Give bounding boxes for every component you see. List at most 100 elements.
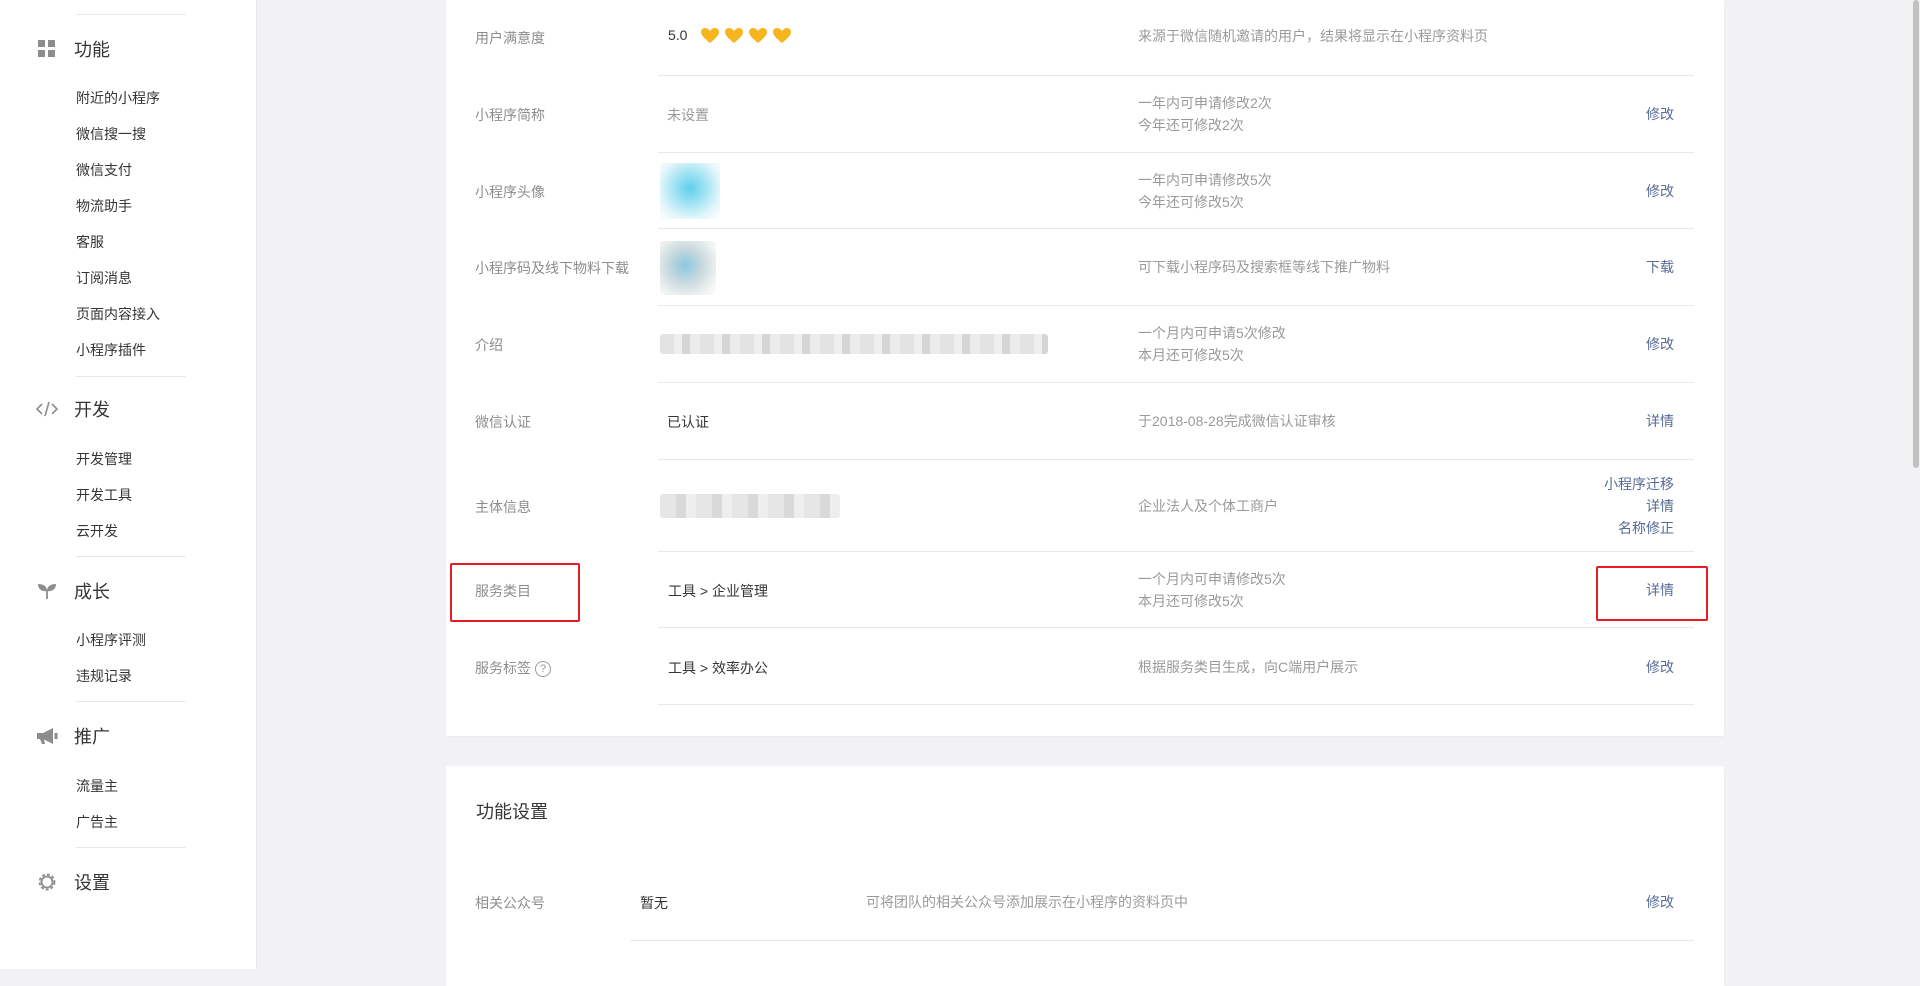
sidebar-section-title: 成长	[74, 582, 110, 602]
sidebar: 功能 附近的小程序 微信搜一搜 微信支付 物流助手 客服 订阅消息 页面内容接入…	[0, 0, 257, 969]
sidebar-section-features[interactable]: 功能	[36, 34, 110, 64]
code-icon	[36, 398, 58, 420]
edit-intro-link[interactable]: 修改	[1646, 333, 1674, 355]
info-row-qrcode: 小程序码及线下物料下载 可下载小程序码及搜索框等线下推广物料 下载	[446, 229, 1724, 306]
row-note: 一个月内可申请5次修改 本月还可修改5次	[1138, 322, 1286, 366]
sidebar-item-logistics[interactable]: 物流助手	[76, 196, 132, 216]
verification-details-link[interactable]: 详情	[1646, 410, 1674, 432]
name-correction-link[interactable]: 名称修正	[1604, 517, 1674, 539]
entity-actions: 小程序迁移 详情 名称修正	[1604, 473, 1674, 539]
row-note: 一个月内可申请修改5次 本月还可修改5次	[1138, 568, 1286, 612]
service-tags-value: 工具 > 效率办公	[668, 660, 768, 676]
info-row-verification: 微信认证 已认证 于2018-08-28完成微信认证审核 详情	[446, 383, 1724, 460]
intro-text-blurred	[660, 334, 1048, 354]
satisfaction-score: 5.0	[668, 27, 792, 44]
scrollbar-thumb[interactable]	[1913, 0, 1919, 468]
info-row-intro: 介绍 一个月内可申请5次修改 本月还可修改5次 修改	[446, 306, 1724, 383]
gear-icon	[36, 871, 58, 893]
note-line: 今年还可修改2次	[1138, 117, 1244, 133]
sidebar-item-page-content[interactable]: 页面内容接入	[76, 304, 160, 324]
note-line: 一个月内可申请修改5次	[1138, 571, 1286, 587]
sidebar-section-promotion[interactable]: 推广	[36, 721, 110, 751]
sidebar-item-wechat-pay[interactable]: 微信支付	[76, 160, 132, 180]
note-line: 一年内可申请修改5次	[1138, 172, 1272, 188]
related-accounts-value: 暂无	[640, 895, 668, 911]
avatar-image-blurred	[660, 163, 720, 219]
note-line: 一个月内可申请5次修改	[1138, 325, 1286, 341]
feature-row-related-accounts: 相关公众号 暂无 可将团队的相关公众号添加展示在小程序的资料页中 修改	[446, 864, 1724, 941]
row-label: 相关公众号	[475, 895, 545, 911]
service-tags-label: 服务标签	[475, 660, 531, 676]
row-label: 小程序码及线下物料下载	[475, 260, 629, 276]
row-note: 一年内可申请修改5次 今年还可修改5次	[1138, 169, 1272, 213]
edit-short-name-link[interactable]: 修改	[1646, 103, 1674, 125]
sidebar-item-subscribe-message[interactable]: 订阅消息	[76, 268, 132, 288]
note-line: 今年还可修改5次	[1138, 194, 1244, 210]
download-qrcode-link[interactable]: 下载	[1646, 256, 1674, 278]
info-row-entity: 主体信息 企业法人及个体工商户 小程序迁移 详情 名称修正	[446, 460, 1724, 552]
score-text: 5.0	[668, 27, 688, 43]
sidebar-section-develop[interactable]: 开发	[36, 394, 110, 424]
sidebar-divider	[76, 847, 186, 848]
sidebar-item-dev-management[interactable]: 开发管理	[76, 449, 132, 469]
sidebar-divider	[76, 376, 186, 377]
heart-icon	[701, 28, 720, 44]
sidebar-item-evaluation[interactable]: 小程序评测	[76, 630, 146, 650]
sidebar-item-violations[interactable]: 违规记录	[76, 666, 132, 686]
sidebar-section-title: 功能	[74, 40, 110, 60]
info-row-satisfaction: 用户满意度 5.0 来源于微信随机邀请的用户，结果将显示在小程序资料页	[446, 0, 1724, 76]
feature-settings-title: 功能设置	[476, 802, 548, 822]
row-divider	[630, 940, 1694, 941]
sidebar-item-wechat-search[interactable]: 微信搜一搜	[76, 124, 146, 144]
short-name-value: 未设置	[667, 107, 709, 123]
row-note: 根据服务类目生成，向C端用户展示	[1138, 659, 1359, 675]
sprout-icon	[36, 580, 58, 602]
row-label: 小程序简称	[475, 107, 545, 123]
service-category-value: 工具 > 企业管理	[668, 583, 768, 599]
sidebar-item-nearby[interactable]: 附近的小程序	[76, 88, 160, 108]
entity-details-link[interactable]: 详情	[1604, 495, 1674, 517]
help-icon[interactable]: ?	[535, 661, 551, 678]
sidebar-item-traffic-owner[interactable]: 流量主	[76, 776, 118, 796]
verification-status: 已认证	[667, 414, 709, 430]
sidebar-divider	[76, 701, 186, 702]
migrate-miniprogram-link[interactable]: 小程序迁移	[1604, 473, 1674, 495]
edit-related-accounts-link[interactable]: 修改	[1646, 891, 1674, 913]
heart-icon	[773, 28, 792, 44]
row-note: 企业法人及个体工商户	[1138, 498, 1278, 514]
sidebar-item-customer-service[interactable]: 客服	[76, 232, 104, 252]
sidebar-item-dev-tools[interactable]: 开发工具	[76, 485, 132, 505]
sidebar-item-plugins[interactable]: 小程序插件	[76, 340, 146, 360]
row-note: 来源于微信随机邀请的用户，结果将显示在小程序资料页	[1138, 28, 1488, 44]
sidebar-section-title: 开发	[74, 400, 110, 420]
row-note: 于2018-08-28完成微信认证审核	[1138, 413, 1336, 429]
row-note: 可下载小程序码及搜索框等线下推广物料	[1138, 259, 1390, 275]
qrcode-image-blurred	[660, 241, 716, 295]
sidebar-section-growth[interactable]: 成长	[36, 576, 110, 606]
highlight-box-service-category-details	[1596, 566, 1708, 621]
grid-icon	[36, 38, 58, 60]
sidebar-section-title: 推广	[74, 727, 110, 747]
note-line: 本月还可修改5次	[1138, 593, 1244, 609]
sidebar-section-title: 设置	[74, 873, 110, 893]
sidebar-item-advertiser[interactable]: 广告主	[76, 812, 118, 832]
row-label: 微信认证	[475, 414, 531, 430]
edit-service-tags-link[interactable]: 修改	[1646, 656, 1674, 678]
megaphone-icon	[36, 725, 58, 747]
sidebar-section-settings[interactable]: 设置	[36, 867, 110, 897]
info-row-avatar: 小程序头像 一年内可申请修改5次 今年还可修改5次 修改	[446, 153, 1724, 229]
row-label: 介绍	[475, 337, 503, 353]
row-note: 可将团队的相关公众号添加展示在小程序的资料页中	[866, 894, 1188, 910]
row-label: 小程序头像	[475, 184, 545, 200]
sidebar-divider	[76, 14, 186, 15]
page-scrollbar[interactable]	[1912, 0, 1920, 969]
edit-avatar-link[interactable]: 修改	[1646, 180, 1674, 202]
row-label: 主体信息	[475, 499, 531, 515]
sidebar-divider	[76, 556, 186, 557]
row-divider	[658, 704, 1694, 705]
info-row-short-name: 小程序简称 未设置 一年内可申请修改2次 今年还可修改2次 修改	[446, 76, 1724, 153]
note-line: 一年内可申请修改2次	[1138, 95, 1272, 111]
row-label: 用户满意度	[475, 30, 545, 46]
row-label: 服务标签?	[475, 658, 551, 678]
sidebar-item-cloud-dev[interactable]: 云开发	[76, 521, 118, 541]
